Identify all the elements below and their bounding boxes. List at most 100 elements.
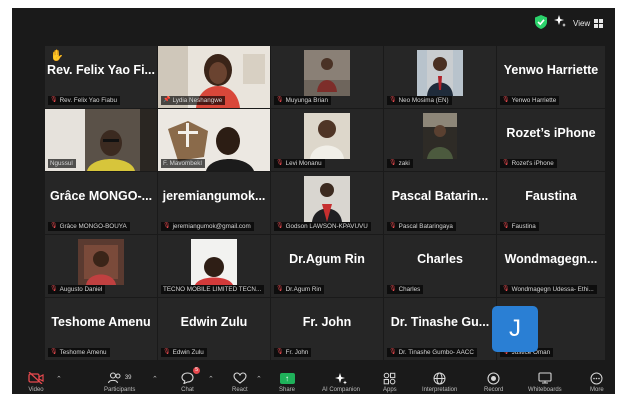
participant-name-tag: Ngussul: [48, 159, 76, 168]
participant-label: Godson LAWSON-KPAVUVU: [285, 223, 368, 230]
participant-photo: [423, 113, 457, 159]
muted-mic-icon: 🎙: [389, 349, 397, 355]
record-button[interactable]: Record: [484, 371, 503, 393]
participant-display-name: Grâce MONGO-...: [49, 189, 153, 203]
participant-tile[interactable]: jeremiangumok... 🎙 jeremiangumok@gmail.co…: [158, 172, 270, 234]
chat-badge: 5: [193, 367, 200, 374]
chat-button[interactable]: 5 Chat: [181, 367, 200, 393]
participant-name-tag: 🎙 Fr. John: [274, 348, 312, 357]
share-button[interactable]: ↑ Share: [279, 371, 295, 393]
participant-tile[interactable]: 🎙 Muyunga Brian: [271, 46, 383, 108]
apps-icon: [383, 371, 396, 385]
chevron-up-icon[interactable]: ⌃: [56, 375, 62, 383]
muted-mic-icon: 🎙: [276, 349, 284, 355]
react-button[interactable]: React: [232, 371, 248, 393]
view-button[interactable]: View: [573, 15, 604, 31]
participant-tile[interactable]: ✋ Rev. Felix Yao Fi... 🎙 Rev. Felix Yao F…: [45, 46, 157, 108]
participants-count: 39: [124, 375, 132, 381]
participant-tile[interactable]: Fr. John 🎙 Fr. John: [271, 298, 383, 360]
participant-name-tag: 🎙 Dr.Agum Rin: [274, 285, 325, 294]
participant-name-tag: 🎙 Muyunga Brian: [274, 96, 331, 105]
participant-display-name: Wondmagegn...: [504, 252, 598, 266]
toolbar-label: AI Companion: [322, 387, 361, 393]
toolbar-label: React: [232, 387, 248, 393]
participant-tile[interactable]: 🎙 Augusto Daniel: [45, 235, 157, 297]
participant-tile[interactable]: Charles 🎙 Charles: [384, 235, 496, 297]
chat-icon: 5: [181, 367, 200, 385]
participant-tile[interactable]: Faustina 🎙 Faustina: [497, 172, 605, 234]
pin-icon: 📌: [163, 97, 171, 103]
participant-name-tag: 🎙 Dr. Tinashe Gumbo- AACC: [387, 348, 477, 357]
participant-tile[interactable]: 🎙 zaki: [384, 109, 496, 171]
share-icon: ↑: [279, 371, 295, 385]
participant-name-tag: 🎙 jeremiangumok@gmail.com: [161, 222, 254, 231]
muted-mic-icon: 🎙: [50, 223, 58, 229]
muted-mic-icon: 🎙: [50, 97, 58, 103]
participant-name-tag: 🎙 Levi Monanu: [274, 159, 325, 168]
interpretation-button[interactable]: Interpretation: [422, 371, 457, 393]
participant-tile[interactable]: Edwin Zulu 🎙 Edwin Zulu: [158, 298, 270, 360]
participant-tile[interactable]: Dr. Tinashe Gu... 🎙 Dr. Tinashe Gumbo- AA…: [384, 298, 496, 360]
participant-tile[interactable]: Yenwo Harriette 🎙 Yenwo Harriette: [497, 46, 605, 108]
participant-name-tag: 🎙 Faustina: [500, 222, 539, 231]
chevron-up-icon[interactable]: ⌃: [208, 375, 214, 383]
more-button[interactable]: More: [590, 371, 604, 393]
participant-tile[interactable]: Pascal Batarin... 🎙 Pascal Bataringaya: [384, 172, 496, 234]
participant-label: Muyunga Brian: [285, 97, 328, 104]
participant-name-tag: 🎙 Rozet's iPhone: [500, 159, 557, 168]
participant-tile[interactable]: Teshome Amenu 🎙 Teshome Amenu: [45, 298, 157, 360]
participant-display-name: Teshome Amenu: [51, 315, 151, 329]
participant-tile[interactable]: TECNO MOBILE LIMITED TECN...: [158, 235, 270, 297]
participants-button[interactable]: 39 Participants: [104, 371, 135, 393]
participant-display-name: Pascal Batarin...: [391, 189, 489, 203]
participant-name-tag: 🎙 Yenwo Harriette: [500, 96, 560, 105]
participant-name-tag: 🎙 Neo Mosima (EN): [387, 96, 452, 105]
participant-display-name: Dr. Tinashe Gu...: [390, 315, 490, 329]
participant-tile[interactable]: Dr.Agum Rin 🎙 Dr.Agum Rin: [271, 235, 383, 297]
participant-photo: [417, 50, 463, 96]
whiteboard-icon: [538, 371, 552, 385]
muted-mic-icon: 🎙: [502, 97, 510, 103]
toolbar-label: Video: [28, 387, 44, 393]
participant-display-name: Charles: [417, 252, 463, 266]
participant-tile[interactable]: F. Mavombekl: [158, 109, 270, 171]
chevron-up-icon[interactable]: ⌃: [152, 375, 158, 383]
muted-mic-icon: 🎙: [163, 223, 171, 229]
participant-label: Charles: [398, 286, 421, 293]
participant-label: F. Mavombekl: [163, 160, 202, 167]
participant-name-tag: 🎙 Godson LAWSON-KPAVUVU: [274, 222, 371, 231]
toolbar-label: Apps: [383, 387, 397, 393]
participant-name-tag: F. Mavombekl: [161, 159, 205, 168]
sparkle-icon[interactable]: [553, 14, 567, 28]
participant-label: Ngussul: [50, 160, 73, 167]
toolbar-label: Whiteboards: [528, 387, 562, 393]
participant-name-tag: 🎙 Charles: [387, 285, 424, 294]
participant-tile[interactable]: 🎙 Godson LAWSON-KPAVUVU: [271, 172, 383, 234]
muted-mic-icon: 🎙: [276, 97, 284, 103]
more-icon: [590, 371, 603, 385]
participant-name-tag: 🎙 Teshome Amenu: [48, 348, 110, 357]
ai-companion-icon: [334, 371, 348, 385]
participant-name-tag: 🎙 Rev. Felix Yao Fiabu: [48, 96, 121, 105]
participant-tile[interactable]: 🎙 Neo Mosima (EN): [384, 46, 496, 108]
participant-photo: [78, 239, 124, 285]
view-label: View: [573, 18, 591, 28]
participant-tile[interactable]: Grâce MONGO-... 🎙 Grâce MONGO-BOUYA: [45, 172, 157, 234]
muted-mic-icon: 🎙: [389, 286, 397, 292]
toolbar-label: Chat: [181, 387, 194, 393]
record-icon: [487, 371, 500, 385]
participant-tile[interactable]: 🎙 Levi Monanu: [271, 109, 383, 171]
apps-button[interactable]: Apps: [383, 371, 397, 393]
whiteboards-button[interactable]: Whiteboards: [528, 371, 562, 393]
participant-tile[interactable]: Ngussul: [45, 109, 157, 171]
participant-tile[interactable]: Rozet’s iPhone 🎙 Rozet's iPhone: [497, 109, 605, 171]
video-button[interactable]: Video: [28, 371, 44, 393]
participant-display-name: Yenwo Harriette: [503, 63, 599, 77]
shield-icon[interactable]: [535, 15, 547, 29]
participant-label: zaki: [398, 160, 410, 167]
participant-tile[interactable]: Wondmagegn... 🎙 Wondmagegn Udessa- Ethi..…: [497, 235, 605, 297]
participant-name-tag: 🎙 Wondmagegn Udessa- Ethi...: [500, 285, 597, 294]
chevron-up-icon[interactable]: ⌃: [256, 375, 262, 383]
ai-companion-button[interactable]: AI Companion: [322, 371, 360, 393]
participant-tile[interactable]: 📌 Lydia Neshangwe: [158, 46, 270, 108]
